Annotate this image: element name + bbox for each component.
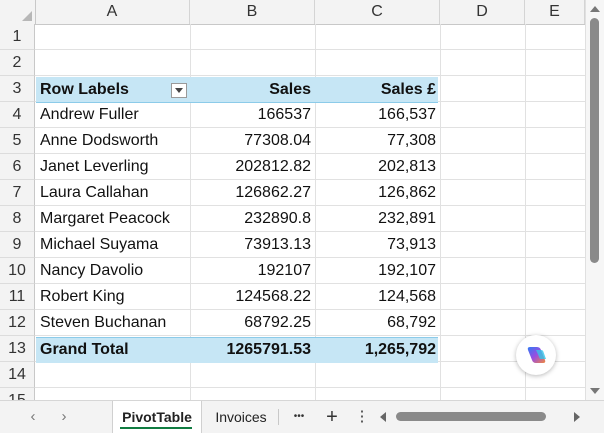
pivot-row-sales-gbp[interactable]: 202,813 [316,154,440,180]
sheet-options-icon[interactable]: ⋮ [353,401,371,433]
row-header-3[interactable]: 3 [0,76,35,102]
scroll-up-icon[interactable] [590,6,600,12]
gridline-horizontal [35,387,604,388]
row-header-9[interactable]: 9 [0,232,35,258]
row-header-1[interactable]: 1 [0,24,35,50]
spreadsheet-grid[interactable]: A B C D E 123456789101112131415 Row Labe… [0,0,604,400]
pivot-row-label[interactable]: Steven Buchanan [36,310,190,336]
column-header-a[interactable]: A [35,0,190,24]
copilot-icon [527,347,546,363]
sheet-tab-bar: ‹ › PivotTable Invoices ••• + ⋮ [0,400,604,433]
pivot-row-sales-gbp[interactable]: 232,891 [316,206,440,232]
pivot-row-label[interactable]: Laura Callahan [36,180,190,206]
pivot-row-label[interactable]: Anne Dodsworth [36,128,190,154]
pivot-row-sales-gbp[interactable]: 73,913 [316,232,440,258]
pivot-grand-total-label[interactable]: Grand Total [36,337,190,363]
select-all-icon [22,11,32,21]
column-header-d[interactable]: D [440,0,525,24]
row-header-14[interactable]: 14 [0,362,35,388]
add-sheet-button[interactable]: + [320,401,344,433]
scroll-right-icon[interactable] [574,412,580,422]
row-header-6[interactable]: 6 [0,154,35,180]
row-header-4[interactable]: 4 [0,102,35,128]
pivot-row-sales[interactable]: 124568.22 [191,284,315,310]
pivot-row-sales[interactable]: 68792.25 [191,310,315,336]
pivot-row-sales[interactable]: 73913.13 [191,232,315,258]
pivot-row-label[interactable]: Janet Leverling [36,154,190,180]
pivot-row-sales-gbp[interactable]: 192,107 [316,258,440,284]
pivot-row-label[interactable]: Nancy Davolio [36,258,190,284]
row-header-11[interactable]: 11 [0,284,35,310]
pivot-row-sales[interactable]: 202812.82 [191,154,315,180]
scroll-down-icon[interactable] [590,388,600,394]
row-header-5[interactable]: 5 [0,128,35,154]
column-header-c[interactable]: C [315,0,440,24]
gridline-horizontal [35,49,604,50]
tab-separator [278,409,279,425]
pivot-row-label[interactable]: Margaret Peacock [36,206,190,232]
copilot-button[interactable] [516,335,556,375]
pivot-row-sales[interactable]: 192107 [191,258,315,284]
horizontal-scrollbar[interactable] [380,410,586,424]
pivot-row-sales[interactable]: 232890.8 [191,206,315,232]
pivot-row-sales-gbp[interactable]: 166,537 [316,102,440,128]
gridline-vertical [440,24,441,400]
row-header-2[interactable]: 2 [0,50,35,76]
scroll-left-icon[interactable] [380,412,386,422]
pivot-row-label[interactable]: Andrew Fuller [36,102,190,128]
row-header-10[interactable]: 10 [0,258,35,284]
gridline-horizontal [35,75,604,76]
row-header-15[interactable]: 15 [0,388,35,400]
filter-dropdown-icon[interactable] [171,83,187,98]
row-header-13[interactable]: 13 [0,336,35,362]
tab-invoices[interactable]: Invoices [205,401,277,433]
pivot-row-sales-gbp[interactable]: 68,792 [316,310,440,336]
pivot-grand-total-sales-gbp[interactable]: 1,265,792 [316,337,440,363]
column-header-e[interactable]: E [525,0,585,24]
pivot-row-sales[interactable]: 126862.27 [191,180,315,206]
pivot-grand-total-sales[interactable]: 1265791.53 [191,337,315,363]
column-header-b[interactable]: B [190,0,315,24]
active-tab-indicator [120,427,192,429]
pivot-header-sales[interactable]: Sales [191,77,315,103]
pivot-row-sales[interactable]: 77308.04 [191,128,315,154]
horizontal-scroll-thumb[interactable] [396,412,546,421]
vertical-scroll-thumb[interactable] [590,18,599,263]
prev-sheet-button[interactable]: ‹ [24,408,42,426]
more-sheets-icon[interactable]: ••• [286,401,312,433]
pivot-row-sales-gbp[interactable]: 124,568 [316,284,440,310]
pivot-row-label[interactable]: Robert King [36,284,190,310]
row-header-12[interactable]: 12 [0,310,35,336]
pivot-row-sales[interactable]: 166537 [191,102,315,128]
vertical-scrollbar[interactable] [585,0,604,400]
pivot-header-sales-gbp[interactable]: Sales £ [316,77,440,103]
next-sheet-button[interactable]: › [55,408,73,426]
pivot-row-sales-gbp[interactable]: 77,308 [316,128,440,154]
row-header-8[interactable]: 8 [0,206,35,232]
column-header-row: A B C D E [0,0,604,25]
pivot-row-label[interactable]: Michael Suyama [36,232,190,258]
pivot-row-sales-gbp[interactable]: 126,862 [316,180,440,206]
pivot-header-row-labels[interactable]: Row Labels [36,77,171,103]
row-header-7[interactable]: 7 [0,180,35,206]
select-all-corner[interactable] [0,0,36,24]
